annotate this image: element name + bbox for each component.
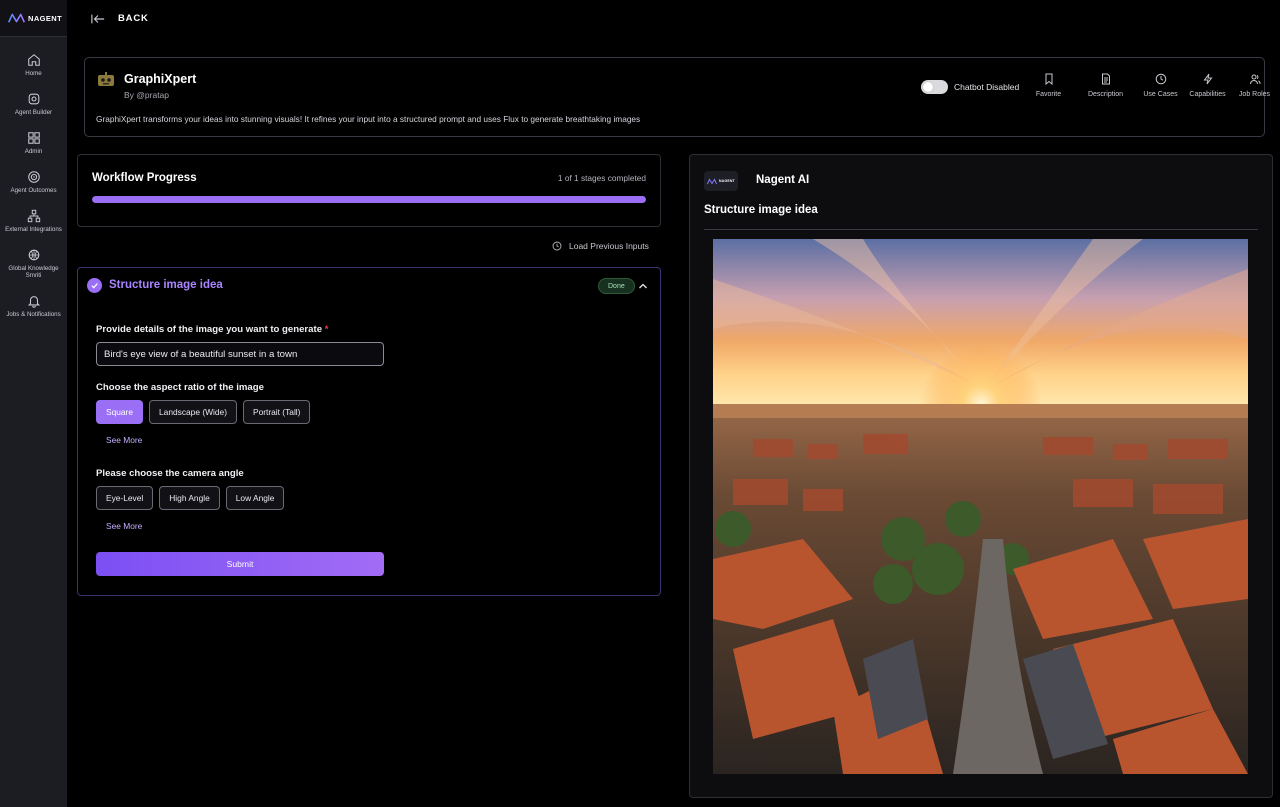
sidebar-nav: Home Agent Builder Admin Agent Outcomes …	[0, 37, 67, 318]
nagent-ai-logo: NAGENT	[704, 171, 738, 191]
image-details-label: Provide details of the image you want to…	[96, 324, 328, 335]
home-icon	[27, 54, 40, 66]
sidebar-item-jobs-notifications[interactable]: Jobs & Notifications	[0, 294, 67, 318]
preview-agent-name: Nagent AI	[756, 174, 810, 186]
nagent-logo-icon	[8, 13, 25, 23]
workflow-progress-title: Workflow Progress	[92, 172, 197, 184]
sidebar-item-label: Admin	[24, 148, 43, 155]
option-low-angle[interactable]: Low Angle	[225, 486, 285, 510]
workflow-progress-card: Workflow Progress 1 of 1 stages complete…	[77, 154, 661, 227]
back-button[interactable]: BACK	[91, 13, 149, 25]
checkmark-icon	[91, 283, 98, 289]
action-label: Description	[1087, 91, 1123, 98]
sidebar-item-label: Home	[25, 70, 42, 77]
clock-icon	[1155, 73, 1166, 85]
option-square[interactable]: Square	[96, 400, 144, 424]
workflow-progress-fill	[92, 196, 646, 203]
sidebar-item-label: Global Knowledge Smriti	[8, 265, 59, 279]
sunset-town-image	[713, 239, 1248, 774]
aspect-ratio-options: Square Landscape (Wide) Portrait (Tall)	[96, 400, 311, 424]
workflow-stage-count: 1 of 1 stages completed	[557, 173, 646, 183]
chatbot-status-label: Chatbot Disabled	[954, 82, 1020, 92]
bell-icon	[27, 296, 40, 308]
job-roles-button[interactable]: Job Roles	[1231, 73, 1278, 98]
action-label: Job Roles	[1238, 91, 1271, 98]
aspect-ratio-see-more[interactable]: See More	[106, 435, 142, 445]
submit-button[interactable]: Submit	[96, 552, 384, 576]
question-text: Provide details of the image you want to…	[96, 324, 323, 335]
agent-author: By @pratap	[124, 90, 170, 100]
agent-description: GraphiXpert transforms your ideas into s…	[96, 114, 641, 124]
brand-logo[interactable]: NAGENT	[0, 0, 67, 37]
stage-complete-icon	[87, 278, 102, 293]
knowledge-icon	[28, 249, 39, 261]
back-arrow-icon	[91, 14, 105, 23]
history-icon	[552, 241, 562, 251]
required-mark: *	[324, 324, 329, 335]
toggle-switch[interactable]	[921, 80, 948, 94]
workflow-progress-bar	[92, 196, 646, 203]
sidebar-item-admin[interactable]: Admin	[0, 131, 67, 155]
use-cases-button[interactable]: Use Cases	[1137, 73, 1184, 98]
sidebar-item-agent-builder[interactable]: Agent Builder	[0, 92, 67, 116]
option-high-angle[interactable]: High Angle	[159, 486, 220, 510]
divider	[704, 229, 1258, 230]
users-icon	[1249, 74, 1260, 85]
back-label: BACK	[118, 13, 149, 24]
sidebar-item-label: Agent Outcomes	[10, 187, 57, 194]
generated-image[interactable]	[713, 239, 1248, 774]
agent-name: GraphiXpert	[124, 72, 197, 86]
action-label: Use Cases	[1143, 91, 1178, 98]
sidebar-item-agent-outcomes[interactable]: Agent Outcomes	[0, 170, 67, 194]
option-landscape[interactable]: Landscape (Wide)	[149, 400, 237, 424]
sidebar-item-home[interactable]: Home	[0, 53, 67, 77]
description-button[interactable]: Description	[1076, 73, 1135, 98]
bookmark-icon	[1045, 73, 1052, 85]
load-previous-label: Load Previous Inputs	[569, 241, 649, 251]
sidebar-item-label: Agent Builder	[14, 109, 53, 116]
sidebar-item-label: Jobs & Notifications	[6, 311, 61, 318]
output-preview-panel: NAGENT Nagent AI Structure image idea	[689, 154, 1273, 798]
sidebar-item-external-integrations[interactable]: External Integrations	[0, 209, 67, 233]
option-eye-level[interactable]: Eye-Level	[96, 486, 154, 510]
nagent-logo-icon	[707, 177, 717, 185]
chevron-up-icon[interactable]	[638, 281, 648, 291]
option-portrait[interactable]: Portrait (Tall)	[242, 400, 311, 424]
gear-icon	[28, 93, 39, 105]
status-badge: Done	[598, 278, 635, 294]
agent-header-card: GraphiXpert By @pratap GraphiXpert trans…	[84, 57, 1270, 137]
network-icon	[27, 209, 40, 223]
preview-stage-title: Structure image idea	[704, 204, 818, 216]
action-label: Favorite	[1035, 91, 1062, 98]
aspect-ratio-label: Choose the aspect ratio of the image	[96, 382, 264, 393]
camera-angle-see-more[interactable]: See More	[106, 521, 142, 531]
capabilities-button[interactable]: Capabilities	[1184, 73, 1231, 98]
camera-angle-label: Please choose the camera angle	[96, 468, 244, 479]
agent-actions: Favorite Description Use Cases Capabilit…	[1031, 73, 1278, 98]
action-label: Capabilities	[1189, 91, 1226, 98]
sidebar-item-label: External Integrations	[5, 226, 62, 233]
sidebar: NAGENT Home Agent Builder Admin Agent Ou…	[0, 0, 67, 807]
image-details-input[interactable]	[96, 342, 384, 366]
grid-icon	[27, 132, 40, 144]
chatbot-toggle[interactable]: Chatbot Disabled	[921, 80, 1019, 94]
stage-form-card: Structure image idea Done Provide detail…	[77, 267, 661, 596]
camera-angle-options: Eye-Level High Angle Low Angle	[96, 486, 285, 510]
target-icon	[27, 171, 40, 183]
robot-avatar-icon	[98, 72, 114, 86]
lightning-icon	[1203, 73, 1212, 85]
stage-title[interactable]: Structure image idea	[109, 279, 223, 291]
favorite-button[interactable]: Favorite	[1031, 73, 1066, 98]
brand-name: NAGENT	[28, 13, 63, 23]
topbar: BACK	[67, 0, 1280, 37]
document-icon	[1101, 73, 1110, 85]
sidebar-item-global-knowledge[interactable]: Global Knowledge Smriti	[0, 248, 67, 279]
preview-logo-text: NAGENT	[719, 179, 735, 183]
load-previous-inputs-button[interactable]: Load Previous Inputs	[552, 241, 649, 251]
